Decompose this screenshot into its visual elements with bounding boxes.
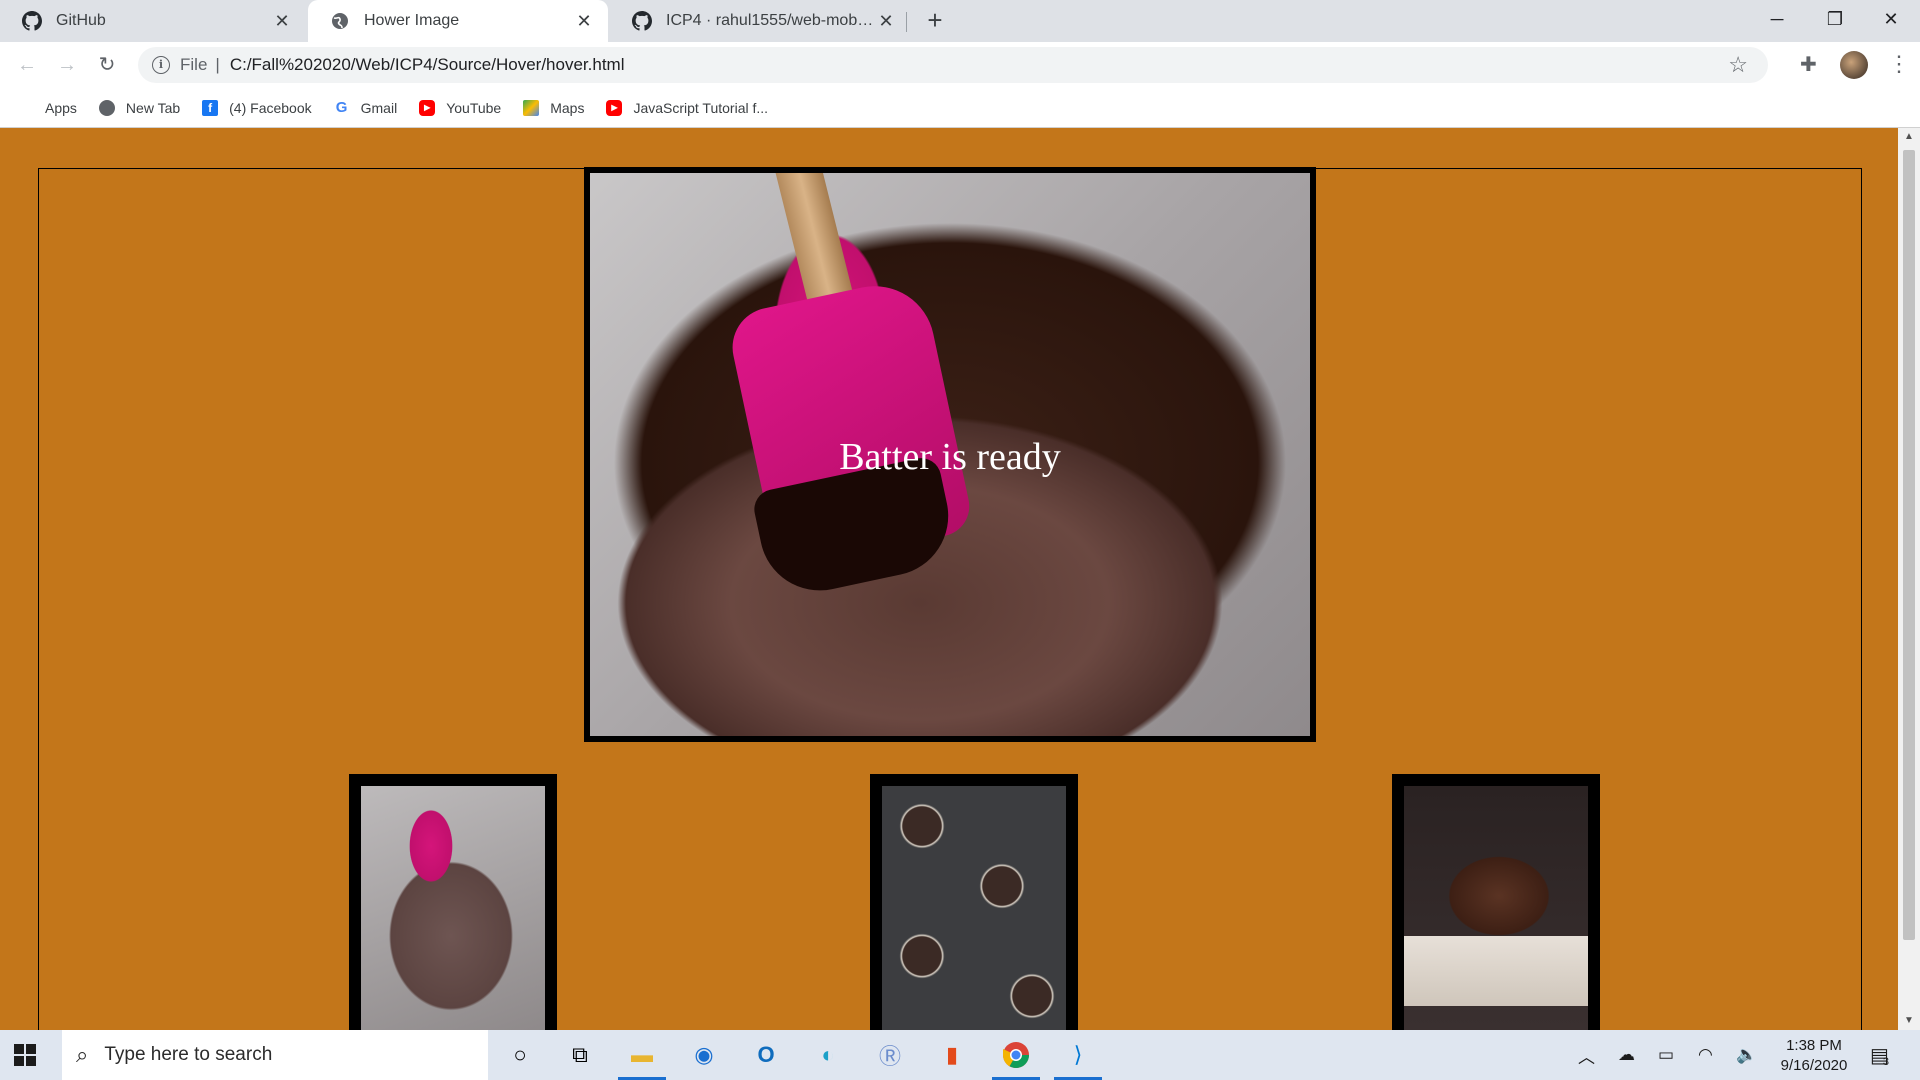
bookmark-maps[interactable]: Maps [523,99,585,116]
close-icon[interactable]: ✕ [574,11,594,32]
bookmark-label: YouTube [446,99,502,116]
tab-label: ICP4 · rahul1555/web-mobile-20... [666,12,876,29]
globe-icon [332,13,348,29]
bookmark-label: Gmail [360,99,398,116]
close-icon[interactable]: ✕ [876,11,896,32]
tab-separator [906,12,907,32]
facebook-icon: f [202,99,219,116]
scheme-label: File [180,55,208,74]
bookmark-label: Maps [550,99,585,116]
task-view-icon[interactable]: ⧉ [550,1030,610,1080]
tab-strip: GitHub ✕ Hower Image ✕ ICP4 · rahul1555/… [0,0,1920,42]
clock-date: 9/16/2020 [1780,1057,1848,1074]
scroll-up-arrow-icon[interactable]: ▲ [1898,128,1920,146]
tab-label: GitHub [56,12,106,29]
github-icon [22,11,42,31]
bookmark-youtube[interactable]: ▶ YouTube [419,99,502,116]
reload-button[interactable]: ↻ [92,50,122,80]
taskbar-search-input[interactable]: ⌕ Type here to search [62,1030,488,1080]
bookmark-javascript-tutorial[interactable]: ▶ JavaScript Tutorial f... [606,99,769,116]
app-icon[interactable]: ◉ [674,1030,734,1080]
bookmark-label: New Tab [125,99,181,116]
hero-caption: Batter is ready [839,436,1061,478]
globe-icon [98,99,115,116]
search-icon: ⌕ [76,1042,89,1067]
restore-button[interactable]: ❐ [1806,0,1864,42]
bookmark-label: (4) Facebook [229,99,312,116]
url-text[interactable]: C:/Fall%202020/Web/ICP4/Source/Hover/hov… [230,55,625,75]
office-icon[interactable]: ▮ [922,1030,982,1080]
onedrive-icon[interactable]: ☁ [1618,1030,1635,1080]
vscode-icon[interactable]: ⟩ [1048,1030,1108,1080]
tab-hower-image[interactable]: Hower Image ✕ [308,0,608,42]
volume-icon[interactable]: 🔈 [1736,1030,1757,1080]
bookmark-label: Apps [45,99,77,116]
vertical-scrollbar[interactable]: ▲ ▼ [1898,128,1920,1030]
outlook-icon[interactable]: O [736,1030,796,1080]
bookmarks-bar: Apps New Tab f (4) Facebook G Gmail ▶ Yo… [0,88,1920,128]
bookmark-gmail[interactable]: G Gmail [334,99,398,116]
close-icon[interactable]: ✕ [272,11,292,32]
extensions-puzzle-icon[interactable]: ✚ [1800,52,1817,77]
youtube-icon: ▶ [606,99,623,116]
bookmark-facebook[interactable]: f (4) Facebook [202,99,312,116]
divider: | [215,55,220,74]
maps-icon [523,99,540,116]
bookmark-star-icon[interactable]: ☆ [1728,52,1748,78]
google-icon: G [335,99,348,116]
info-icon[interactable]: i [152,56,170,74]
page-viewport: Batter is ready [0,128,1898,1030]
edge-icon[interactable]: ◐ [798,1030,858,1080]
clock-time: 1:38 PM [1786,1037,1842,1054]
battery-icon[interactable]: ▭ [1658,1030,1674,1080]
hero-image[interactable]: Batter is ready [584,167,1316,742]
thumbnail-cupcake[interactable] [1392,774,1600,1030]
tab-label: Hower Image [364,12,460,29]
forward-button[interactable]: → [52,50,82,80]
github-icon [632,11,652,31]
cortana-icon[interactable]: ○ [490,1030,550,1080]
bookmark-label: JavaScript Tutorial f... [633,99,769,116]
thumbnail-batter[interactable] [349,774,557,1030]
bookmark-apps[interactable]: Apps [18,100,77,116]
address-bar[interactable]: i File | C:/Fall%202020/Web/ICP4/Source/… [138,47,1768,83]
wifi-icon[interactable]: ◠ [1698,1030,1713,1080]
tray-overflow-icon[interactable]: ︿ [1578,1030,1595,1080]
taskbar-clock[interactable]: 1:38 PM 9/16/2020 [1768,1036,1860,1076]
windows-start-icon[interactable] [14,1044,36,1066]
youtube-icon: ▶ [419,99,436,116]
notification-count: 3 [1882,1056,1890,1068]
windows-taskbar: ⌕ Type here to search ○ ⧉ ▬ ◉ O ◐ Ⓡ ▮ ⟩ … [0,1030,1920,1080]
scrollbar-thumb[interactable] [1903,150,1915,940]
back-button[interactable]: ← [12,50,42,80]
bookmark-new-tab[interactable]: New Tab [98,99,181,116]
menu-kebab-icon[interactable]: ⋮ [1888,50,1910,78]
window-close-button[interactable]: ✕ [1862,0,1920,42]
profile-avatar[interactable] [1840,51,1868,79]
new-tab-button[interactable]: + [918,6,952,36]
spatula-handle-graphic [772,173,854,307]
tab-github[interactable]: GitHub ✕ [0,0,306,42]
r-app-icon[interactable]: Ⓡ [860,1030,920,1080]
scroll-down-arrow-icon[interactable]: ▼ [1898,1012,1920,1030]
chrome-logo-icon [1002,1042,1030,1069]
apps-grid-icon [18,100,34,116]
search-placeholder: Type here to search [104,1044,273,1065]
notifications-icon[interactable]: ▤ 3 [1870,1030,1889,1080]
thumbnail-cupcake-tin[interactable] [870,774,1078,1030]
tab-icp4-repo[interactable]: ICP4 · rahul1555/web-mobile-20... ✕ [610,0,910,42]
browser-toolbar: ← → ↻ i File | C:/Fall%202020/Web/ICP4/S… [0,42,1920,88]
minimize-button[interactable]: ─ [1748,0,1806,42]
chrome-icon[interactable] [986,1030,1046,1080]
file-explorer-icon[interactable]: ▬ [612,1030,672,1080]
